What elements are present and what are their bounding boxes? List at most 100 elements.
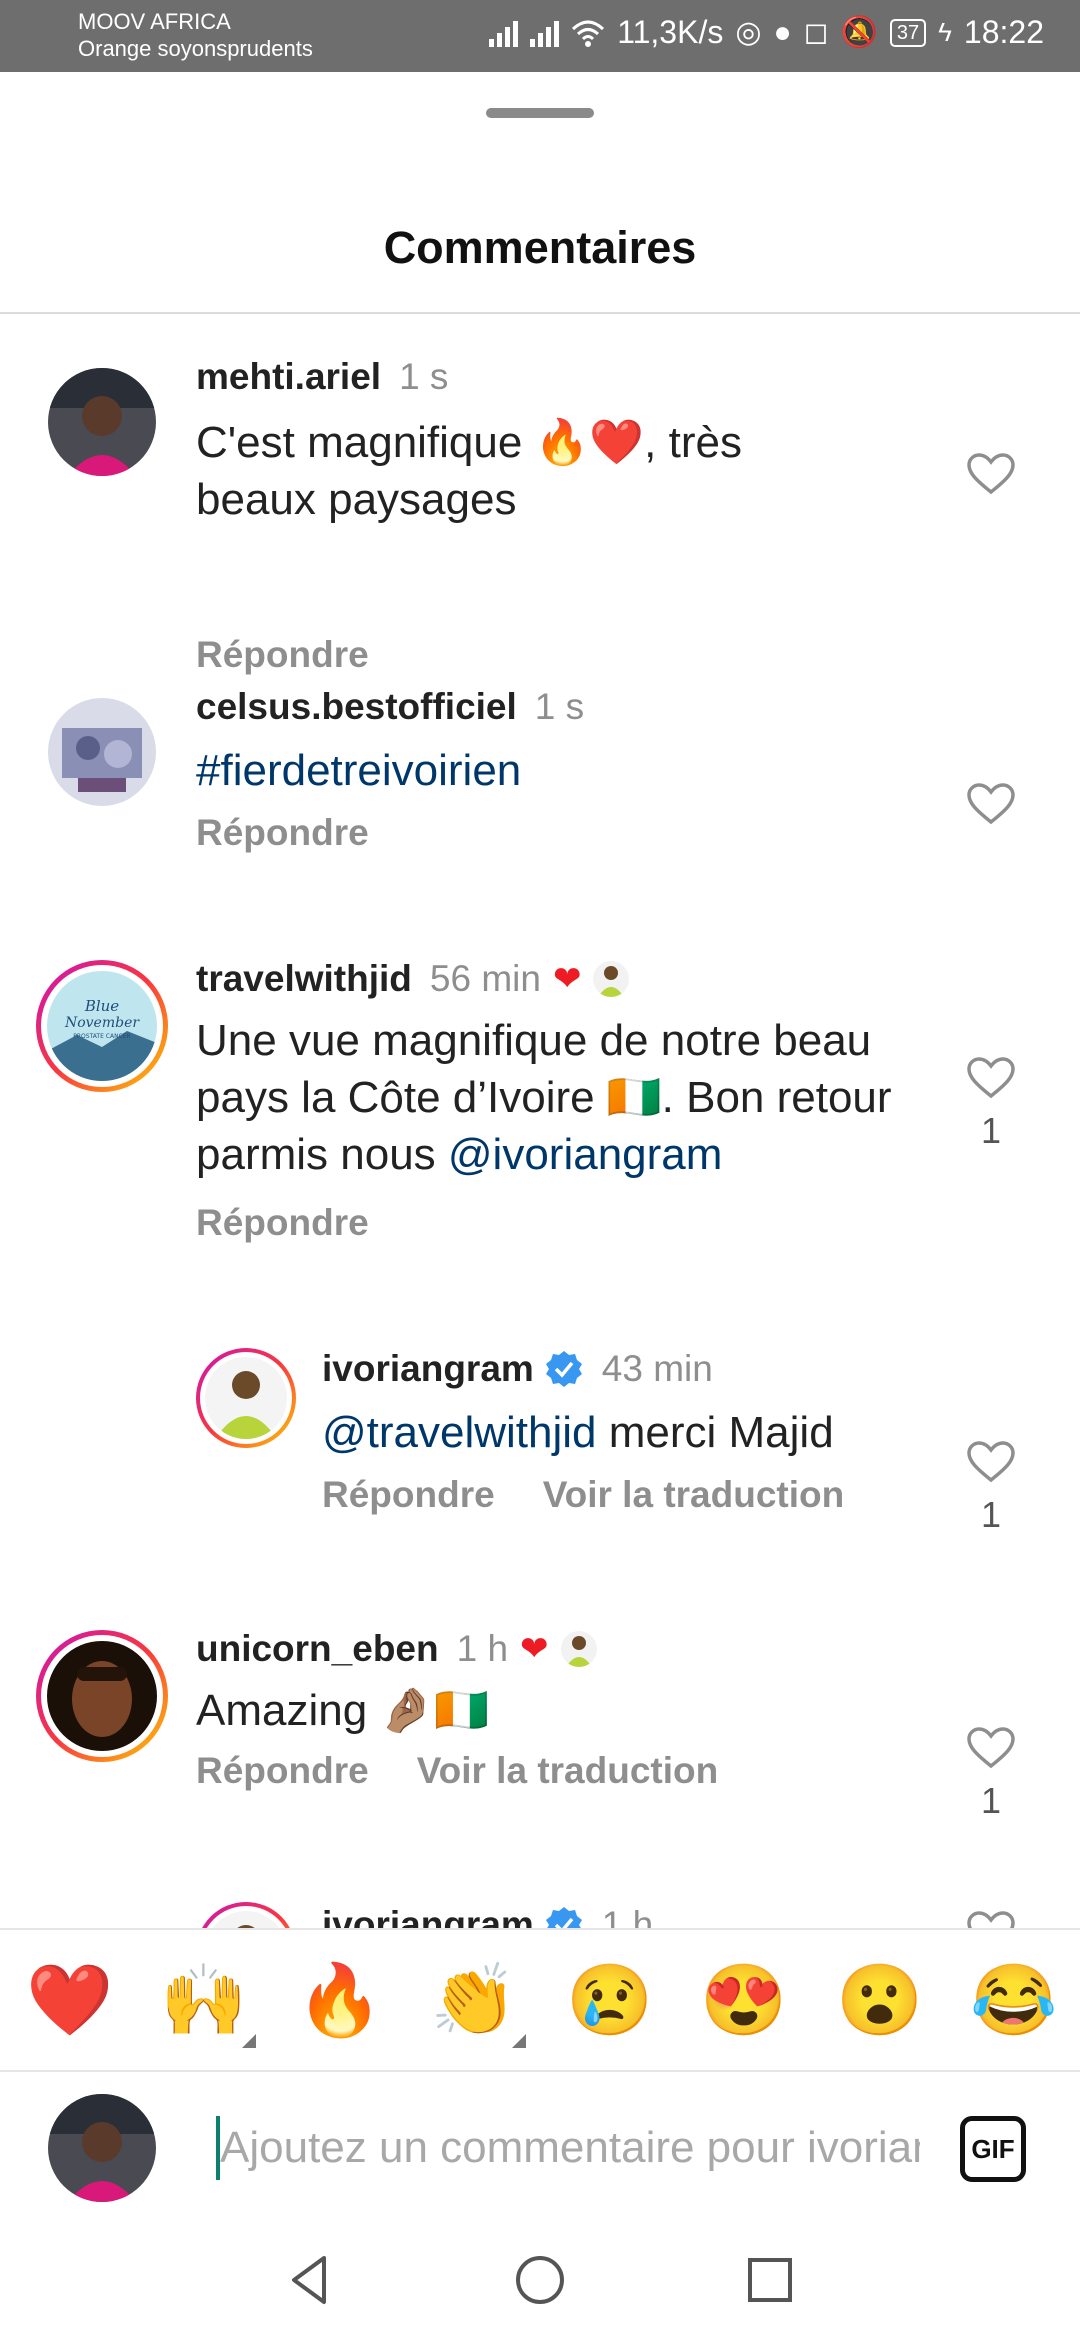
- emoji-raising-hands-glyph: 🙌: [160, 1961, 248, 2039]
- like-heart-icon[interactable]: [966, 452, 1016, 496]
- comment-header: mehti.ariel 1 s: [196, 356, 448, 398]
- emoji-clapping[interactable]: 👏: [430, 1958, 526, 2048]
- author-liked-heart-icon: ❤: [520, 1630, 549, 1668]
- comment-item: mehti.ariel 1 s C'est magnifique 🔥❤️, tr…: [0, 316, 1080, 675]
- comment-time: 1 s: [534, 686, 585, 727]
- carrier-secondary: Orange soyonsprudents: [78, 36, 313, 61]
- comment-text: Amazing 🤌🏽🇨🇮: [196, 1686, 489, 1735]
- comment-username[interactable]: mehti.ariel: [196, 356, 381, 398]
- emoji-raising-hands[interactable]: 🙌: [160, 1958, 256, 2048]
- wifi-icon: [572, 20, 605, 47]
- comment-username[interactable]: celsus.bestofficiel: [196, 686, 517, 728]
- comment-actions: Répondre: [196, 812, 369, 854]
- reply-item: ivoriangram 43 min @travelwithjid merci …: [0, 1316, 1080, 1576]
- see-translation-button[interactable]: Voir la traduction: [543, 1474, 845, 1516]
- avatar-text-line1: Blue: [84, 997, 119, 1015]
- like-count: 1: [980, 1780, 1002, 1821]
- comment-item: celsus.bestofficiel 1 s #fierdetreivoiri…: [0, 646, 1080, 906]
- emoji-fire[interactable]: 🔥: [296, 1958, 383, 2042]
- comment-time: 56 min: [429, 958, 541, 999]
- like-heart-icon[interactable]: [966, 1910, 1016, 1928]
- comment-username[interactable]: ivoriangram: [322, 1904, 534, 1928]
- verified-badge-icon: [545, 1351, 582, 1387]
- comment-time: 1 h: [456, 1628, 509, 1669]
- comment-header: travelwithjid 56 min ❤: [196, 958, 630, 1000]
- emoji-surprised[interactable]: 😮: [836, 1958, 923, 2042]
- emoji-quick-bar: ❤️ 🙌 🔥 👏 😢 😍 😮 😂: [0, 1928, 1080, 2072]
- comment-header: ivoriangram 43 min: [322, 1348, 713, 1390]
- battery-level: 37: [889, 18, 927, 47]
- mention-link[interactable]: @travelwithjid: [322, 1408, 597, 1457]
- emoji-heart-eyes[interactable]: 😍: [700, 1958, 787, 2042]
- signal-icon-2: [530, 19, 560, 47]
- author-mini-avatar: [593, 961, 630, 997]
- like-heart-icon[interactable]: [966, 1440, 1016, 1484]
- reply-button[interactable]: Répondre: [196, 812, 369, 854]
- clock: 18:22: [963, 14, 1044, 50]
- comment-username[interactable]: ivoriangram: [322, 1348, 534, 1390]
- comment-time: 1 h: [601, 1904, 654, 1928]
- header-divider: [0, 312, 1080, 314]
- carrier-info: MOOV AFRICA Orange soyonsprudents: [78, 8, 313, 62]
- see-translation-button[interactable]: Voir la traduction: [417, 1750, 719, 1792]
- avatar[interactable]: [48, 698, 156, 806]
- avatar[interactable]: [196, 1902, 296, 1928]
- avatar[interactable]: [36, 1630, 168, 1762]
- comments-sheet: Commentaires mehti.ariel 1 s C'est magni…: [0, 72, 1080, 2340]
- home-icon[interactable]: [510, 2250, 570, 2310]
- emoji-crying[interactable]: 😢: [566, 1958, 653, 2042]
- whatsapp-icon: ◎: [735, 16, 762, 49]
- comment-input-bar: GIF: [0, 2072, 1080, 2220]
- like-count: 1: [980, 1494, 1002, 1535]
- comments-list[interactable]: mehti.ariel 1 s C'est magnifique 🔥❤️, tr…: [0, 316, 1080, 1928]
- skin-tone-indicator: [242, 2034, 256, 2048]
- like-count: 1: [980, 1110, 1002, 1151]
- avatar-text-line3: PROSTATE CANCER: [73, 1033, 130, 1040]
- comment-item: Blue November PROSTATE CANCER travelwith…: [0, 920, 1080, 1300]
- comment-header: ivoriangram 1 h: [322, 1904, 653, 1928]
- emoji-heart[interactable]: ❤️: [26, 1958, 113, 2042]
- mute-bell-icon: 🔕: [840, 16, 878, 49]
- gif-button[interactable]: GIF: [960, 2116, 1026, 2182]
- comment-username[interactable]: unicorn_eben: [196, 1628, 439, 1670]
- comment-text-body: merci Majid: [596, 1408, 834, 1457]
- skin-tone-indicator: [512, 2034, 526, 2048]
- comment-time: 1 s: [399, 356, 449, 397]
- comment-text: C'est magnifique 🔥❤️, très beaux paysage…: [196, 418, 742, 524]
- status-icons: 11,3K/s ◎ ● ◻ 🔕 37 ϟ 18:22: [489, 14, 1044, 51]
- verified-badge-icon: [545, 1907, 582, 1928]
- reply-button[interactable]: Répondre: [196, 1750, 369, 1792]
- reply-button[interactable]: Répondre: [196, 1202, 369, 1244]
- reply-button[interactable]: Répondre: [322, 1474, 495, 1516]
- like-heart-icon[interactable]: [966, 782, 1016, 826]
- back-icon[interactable]: [280, 2250, 340, 2310]
- comment-username[interactable]: travelwithjid: [196, 958, 412, 1000]
- comment-hashtag[interactable]: #fierdetreivoirien: [196, 742, 836, 799]
- comment-text: @travelwithjid merci Majid: [322, 1404, 942, 1461]
- avatar[interactable]: Blue November PROSTATE CANCER: [36, 960, 168, 1092]
- emoji-laughing[interactable]: 😂: [970, 1958, 1057, 2042]
- comment-header: celsus.bestofficiel 1 s: [196, 686, 584, 728]
- like-heart-icon[interactable]: [966, 1056, 1016, 1100]
- comment-actions: Répondre Voir la traduction: [196, 1750, 718, 1792]
- reply-item: ivoriangram 1 h: [0, 1876, 1080, 1928]
- mention-link[interactable]: @ivoriangram: [448, 1130, 723, 1179]
- author-mini-avatar: [560, 1631, 597, 1667]
- avatar[interactable]: [48, 368, 156, 476]
- comment-time: 43 min: [601, 1348, 713, 1389]
- like-heart-icon[interactable]: [966, 1726, 1016, 1770]
- signal-icon: [489, 19, 519, 47]
- network-speed: 11,3K/s: [617, 14, 724, 50]
- recents-icon[interactable]: [740, 2250, 800, 2310]
- avatar[interactable]: [196, 1348, 296, 1448]
- comment-header: unicorn_eben 1 h ❤: [196, 1628, 597, 1670]
- avatar-text-line2: November: [64, 1015, 140, 1031]
- comment-actions: Répondre Voir la traduction: [322, 1474, 844, 1516]
- status-bar: MOOV AFRICA Orange soyonsprudents 11,3K/…: [0, 0, 1080, 72]
- charging-icon: ϟ: [938, 17, 952, 47]
- comment-item: unicorn_eben 1 h ❤ Amazing 🤌🏽🇨🇮 Répondre…: [0, 1590, 1080, 1850]
- drag-handle[interactable]: [486, 108, 594, 118]
- instagram-icon: ◻: [803, 16, 829, 49]
- comment-input[interactable]: [220, 2116, 920, 2180]
- author-liked-heart-icon: ❤: [552, 960, 582, 998]
